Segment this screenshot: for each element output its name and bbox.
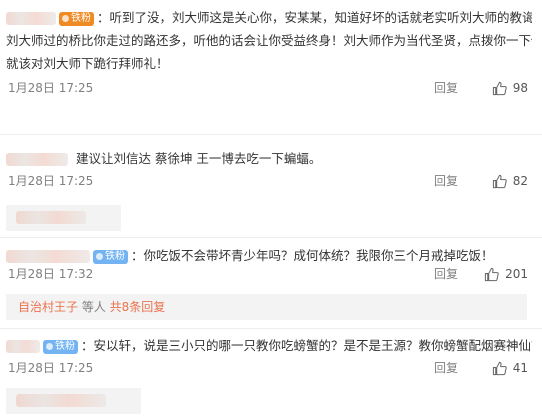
comment-1-line-3: 就该对刘大师下跪行拜师礼！ — [6, 56, 169, 71]
blurred-username[interactable] — [6, 340, 40, 353]
timestamp: 1月28日 17:25 — [8, 361, 94, 375]
thumbs-up-icon — [492, 174, 507, 188]
reply-button[interactable]: 回复 — [434, 171, 458, 191]
sub-reply-summary: 自治村王子 等人 共8条回复 — [18, 299, 165, 315]
like-count: 201 — [505, 267, 528, 281]
comment-1-meta: 1月28日 17:25 回复 98 — [8, 78, 528, 98]
comment-1-line-1: 铁粉 ：听到了没，刘大师这是关心你，安某某，知道好坏的话就老实听刘大师的教诲， — [6, 6, 532, 29]
timestamp: 1月28日 17:25 — [8, 174, 94, 188]
sub-reply-box[interactable]: 自治村王子 等人 共8条回复 — [6, 294, 527, 320]
comment-2-line-1: 建议让刘信达 蔡徐坤 王一博去吃一下蝙蝠。 — [6, 147, 532, 170]
blurred-username[interactable] — [6, 12, 56, 25]
like-button[interactable]: 82 — [492, 171, 528, 191]
like-count: 41 — [512, 361, 528, 375]
divider — [0, 237, 542, 238]
like-count: 98 — [512, 81, 528, 95]
blurred-username[interactable] — [6, 250, 90, 263]
divider — [0, 134, 542, 135]
like-button[interactable]: 98 — [492, 78, 528, 98]
fan-badge: 铁粉 — [59, 11, 94, 26]
blurred-reply — [16, 211, 86, 224]
sub-reply-middle: 等人 — [78, 300, 110, 314]
comment-3-meta: 1月28日 17:32 回复 201 — [8, 264, 528, 284]
like-button[interactable]: 201 — [484, 264, 528, 284]
blurred-reply — [16, 394, 106, 407]
comment-4-meta: 1月28日 17:25 回复 41 — [8, 358, 528, 378]
blurred-username[interactable] — [6, 153, 68, 166]
reply-button[interactable]: 回复 — [434, 78, 458, 98]
like-count: 82 — [512, 174, 528, 188]
like-button[interactable]: 41 — [492, 358, 528, 378]
thumbs-up-icon — [492, 361, 507, 375]
collapsed-reply-box[interactable] — [6, 205, 121, 231]
fan-badge: 铁粉 — [93, 249, 128, 264]
thumbs-up-icon — [492, 81, 507, 95]
fan-badge: 铁粉 — [43, 339, 78, 354]
timestamp: 1月28日 17:25 — [8, 81, 94, 95]
comment-1-line-2: 刘大师过的桥比你走过的路还多，听他的话会让你受益终身！刘大师作为当代圣贤，点拨你… — [6, 33, 532, 48]
comment-4-line-1: 铁粉 ：安以轩，说是三小只的哪一只教你吃螃蟹的？是不是王源？教你螃蟹配烟赛神仙？ — [6, 334, 532, 357]
reply-button[interactable]: 回复 — [434, 358, 458, 378]
sub-reply-count-link[interactable]: 共8条回复 — [110, 300, 166, 314]
timestamp: 1月28日 17:32 — [8, 267, 94, 281]
reply-button[interactable]: 回复 — [434, 264, 458, 284]
collapsed-reply-box[interactable] — [6, 388, 141, 414]
sub-reply-user-link[interactable]: 自治村王子 — [18, 300, 78, 314]
thumbs-up-icon — [484, 267, 499, 281]
divider — [0, 328, 542, 329]
comment-2-meta: 1月28日 17:25 回复 82 — [8, 171, 528, 191]
